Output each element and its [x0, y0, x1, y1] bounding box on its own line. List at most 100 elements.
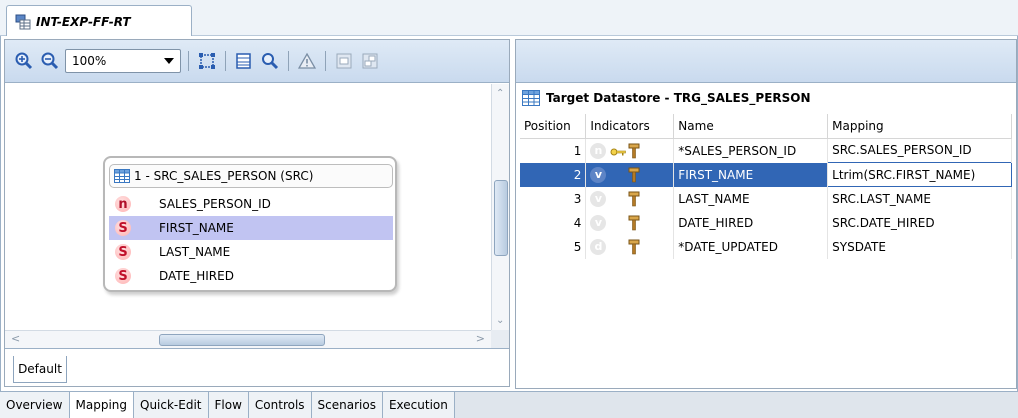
string-type-icon: S [115, 268, 131, 284]
source-column-name: LAST_NAME [159, 245, 231, 259]
varchar-type-icon: v [590, 166, 607, 183]
fit-icon[interactable] [196, 50, 218, 72]
column-header-name[interactable]: Name [673, 114, 829, 139]
interface-icon [15, 14, 31, 30]
row-indicators: v [585, 162, 675, 187]
arrange-icon[interactable] [359, 50, 381, 72]
target-pane-header [516, 40, 1016, 83]
zoom-out-icon[interactable] [39, 50, 61, 72]
column-header-indicators[interactable]: Indicators [585, 114, 675, 139]
source-column-name: DATE_HIRED [159, 269, 234, 283]
layout-icon[interactable] [333, 50, 355, 72]
row-name: DATE_HIRED [673, 210, 829, 235]
source-column-name: SALES_PERSON_ID [159, 197, 271, 211]
table-row[interactable]: 1 n *SALES_PERSON_ID SRC.SALES_PERSON_ID [520, 138, 1012, 163]
tab-execution[interactable]: Execution [382, 392, 455, 418]
search-icon[interactable] [259, 50, 281, 72]
target-datastore-title: Target Datastore - TRG_SALES_PERSON [546, 91, 811, 105]
chevron-down-icon[interactable]: ⌄ [496, 315, 504, 326]
interface-editor-tabs: Overview Mapping Quick-Edit Flow Control… [0, 391, 1018, 418]
diagram-tabs: Default [5, 348, 509, 386]
table-header-row: Position Indicators Name Mapping [520, 114, 1012, 139]
tab-mapping[interactable]: Mapping [69, 392, 134, 418]
row-indicators: v [585, 210, 675, 235]
column-header-mapping[interactable]: Mapping [827, 114, 1012, 139]
tab-overview[interactable]: Overview [0, 392, 70, 418]
target-column-pin-icon [628, 143, 640, 159]
chevron-down-icon [164, 58, 174, 64]
row-indicators: v [585, 186, 675, 211]
scrollbar-corner [491, 330, 509, 348]
table-row[interactable]: 4 v DATE_HIRED SRC.DATE_HIRED [520, 210, 1012, 235]
toolbar-separator [188, 51, 189, 71]
zoom-level-select[interactable]: 100% [65, 49, 181, 73]
editor-tab-label: INT-EXP-FF-RT [36, 14, 131, 29]
horizontal-scroll-thumb[interactable] [159, 334, 325, 346]
row-position: 4 [520, 210, 587, 235]
string-type-icon: S [115, 244, 131, 260]
vertical-scroll-thumb[interactable] [494, 180, 508, 256]
toolbar-separator [325, 51, 326, 71]
editor-tabstrip: INT-EXP-FF-RT [0, 0, 1018, 37]
target-column-pin-icon [628, 215, 640, 231]
diagram-vertical-scrollbar[interactable]: ⌃ ⌄ [491, 84, 509, 330]
varchar-type-icon: v [590, 214, 607, 231]
row-mapping[interactable]: SYSDATE [827, 234, 1012, 259]
target-columns-table: Position Indicators Name Mapping 1 n *SA… [520, 114, 1012, 259]
row-mapping[interactable]: SRC.LAST_NAME [827, 186, 1012, 211]
numeric-type-icon: n [115, 196, 131, 212]
row-position: 3 [520, 186, 587, 211]
row-name: *SALES_PERSON_ID [673, 138, 829, 163]
row-name: *DATE_UPDATED [673, 234, 829, 259]
row-position: 1 [520, 138, 587, 163]
zoom-level-value: 100% [72, 54, 107, 68]
key-icon [610, 146, 627, 156]
source-column-row[interactable]: n SALES_PERSON_ID [109, 192, 393, 216]
target-datastore-title-bar: Target Datastore - TRG_SALES_PERSON [522, 88, 811, 108]
table-icon [114, 169, 130, 183]
chevron-left-icon[interactable]: < [11, 332, 20, 345]
tab-default[interactable]: Default [13, 356, 67, 383]
tab-quick-edit[interactable]: Quick-Edit [134, 392, 209, 418]
row-mapping[interactable]: Ltrim(SRC.FIRST_NAME) [827, 162, 1012, 187]
row-position: 5 [520, 234, 587, 259]
source-datastore-title: 1 - SRC_SALES_PERSON (SRC) [134, 169, 314, 183]
diagram-horizontal-scrollbar[interactable]: < > [5, 330, 491, 348]
zoom-in-icon[interactable] [13, 50, 35, 72]
column-header-position[interactable]: Position [520, 114, 587, 139]
source-datastore-box[interactable]: 1 - SRC_SALES_PERSON (SRC) n SALES_PERSO… [103, 156, 397, 292]
tab-flow[interactable]: Flow [208, 392, 249, 418]
chevron-up-icon[interactable]: ⌃ [496, 88, 504, 99]
varchar-type-icon: v [590, 190, 607, 207]
tab-scenarios[interactable]: Scenarios [311, 392, 383, 418]
properties-icon[interactable] [233, 50, 255, 72]
row-indicators: d [585, 234, 675, 259]
row-name: LAST_NAME [673, 186, 829, 211]
diagram-toolbar: 100% [5, 40, 509, 83]
row-mapping[interactable]: SRC.DATE_HIRED [827, 210, 1012, 235]
editor-content: 100% 1 - SRC_SALES_PERSON (SRC) n SALES_… [0, 36, 1018, 391]
target-pane: Target Datastore - TRG_SALES_PERSON Posi… [515, 39, 1017, 389]
target-column-pin-icon [628, 167, 640, 183]
table-row[interactable]: 3 v LAST_NAME SRC.LAST_NAME [520, 186, 1012, 211]
table-icon [522, 90, 540, 106]
chevron-right-icon[interactable]: > [476, 332, 485, 345]
row-indicators: n [585, 138, 675, 163]
table-row[interactable]: 2 v FIRST_NAME Ltrim(SRC.FIRST_NAME) [520, 162, 1012, 187]
diagram-pane: 100% 1 - SRC_SALES_PERSON (SRC) n SALES_… [4, 39, 510, 387]
toolbar-separator [225, 51, 226, 71]
source-column-row[interactable]: S LAST_NAME [109, 240, 393, 264]
source-column-row[interactable]: S DATE_HIRED [109, 264, 393, 288]
warning-icon[interactable] [296, 50, 318, 72]
target-column-pin-icon [628, 239, 640, 255]
source-datastore-header[interactable]: 1 - SRC_SALES_PERSON (SRC) [109, 164, 393, 188]
table-row[interactable]: 5 d *DATE_UPDATED SYSDATE [520, 234, 1012, 259]
row-mapping[interactable]: SRC.SALES_PERSON_ID [827, 138, 1012, 163]
diagram-canvas[interactable]: 1 - SRC_SALES_PERSON (SRC) n SALES_PERSO… [5, 84, 491, 330]
editor-tab-interface[interactable]: INT-EXP-FF-RT [6, 5, 192, 37]
tab-controls[interactable]: Controls [248, 392, 312, 418]
toolbar-separator [288, 51, 289, 71]
source-column-row[interactable]: S FIRST_NAME [109, 216, 393, 240]
string-type-icon: S [115, 220, 131, 236]
row-position: 2 [520, 162, 587, 187]
